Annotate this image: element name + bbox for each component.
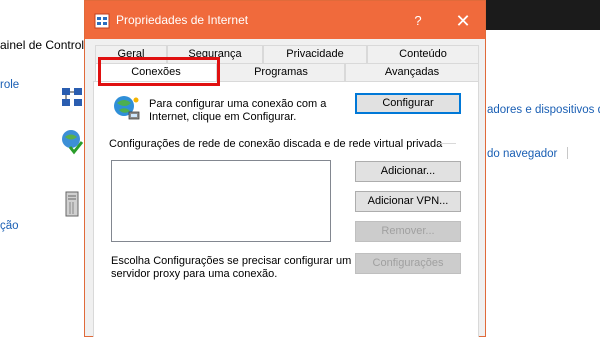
proxy-text-line1: Escolha Configurações se precisar config… <box>111 255 352 267</box>
tab-programas[interactable]: Programas <box>217 63 345 81</box>
right-link-browser[interactable]: do navegador <box>487 148 557 160</box>
address-bar-text[interactable]: ainel de Controle <box>0 38 91 52</box>
dialog-title: Propriedades de Internet <box>116 13 249 27</box>
server-icon[interactable] <box>62 190 84 218</box>
help-button[interactable]: ? <box>403 11 433 31</box>
tab-avancadas[interactable]: Avançadas <box>345 63 479 81</box>
tab-conteudo[interactable]: Conteúdo <box>367 45 479 63</box>
dialup-group-label: Configurações de rede de conexão discada… <box>109 138 443 150</box>
proxy-text-line2: servidor proxy para uma conexão. <box>111 268 278 280</box>
close-button[interactable]: ✕ <box>445 9 481 33</box>
setup-text-line1: Para configurar uma conexão com a <box>149 98 327 110</box>
group-divider <box>440 143 456 144</box>
add-vpn-button[interactable]: Adicionar VPN... <box>355 191 461 212</box>
left-link-1[interactable]: role <box>0 79 19 91</box>
tab-privacidade[interactable]: Privacidade <box>263 45 367 63</box>
internet-options-icon <box>94 13 110 29</box>
link-separator <box>567 147 568 159</box>
setup-text-line2: Internet, clique em Configurar. <box>149 111 297 123</box>
add-button[interactable]: Adicionar... <box>355 161 461 182</box>
right-link-devices[interactable]: adores e dispositivos de <box>487 104 600 116</box>
connection-wizard-icon <box>114 96 140 120</box>
connections-listbox[interactable] <box>111 160 331 242</box>
dialog-titlebar[interactable]: Propriedades de Internet ? ✕ <box>85 1 485 39</box>
globe-check-icon[interactable] <box>60 128 86 156</box>
tab-highlight-box <box>98 57 220 86</box>
remove-button[interactable]: Remover... <box>355 221 461 242</box>
network-icon[interactable] <box>60 84 86 110</box>
internet-properties-dialog: Propriedades de Internet ? ✕ Geral Segur… <box>84 0 486 337</box>
background-titlebar-dark <box>482 0 600 30</box>
setup-button[interactable]: Configurar <box>355 93 461 114</box>
left-link-2[interactable]: ção <box>0 220 19 232</box>
settings-button[interactable]: Configurações <box>355 253 461 274</box>
